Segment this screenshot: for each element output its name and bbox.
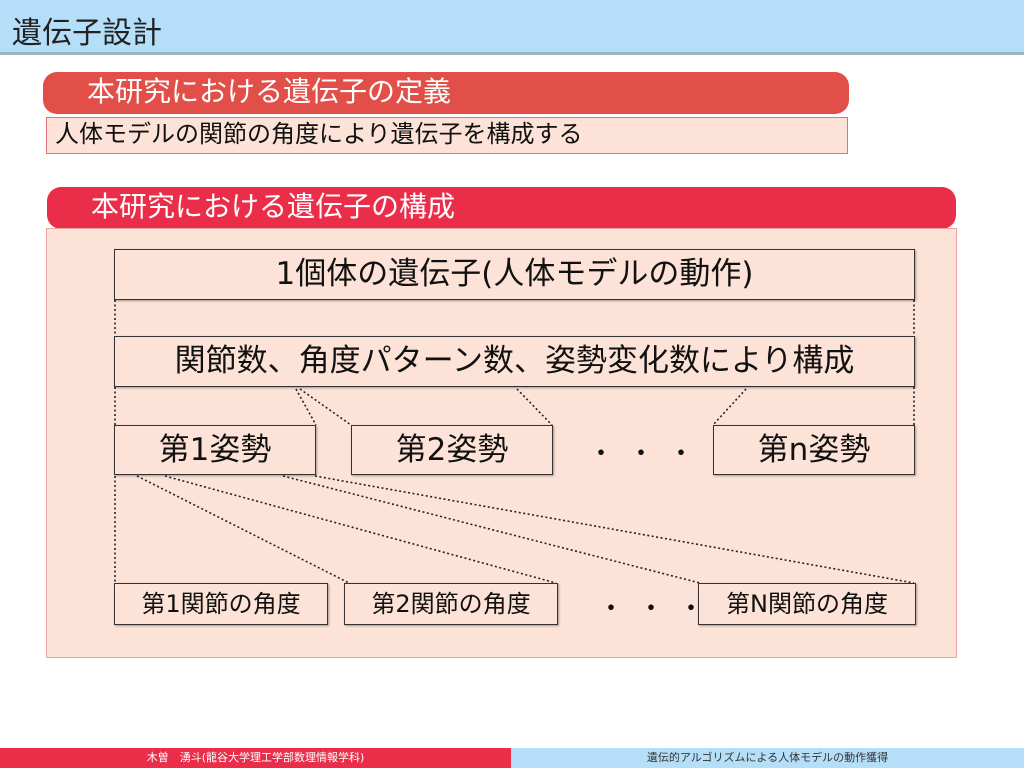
footer-presentation-title: 遺伝的アルゴリズムによる人体モデルの動作獲得 bbox=[511, 748, 1024, 768]
definition-text: 人体モデルの関節の角度により遺伝子を構成する bbox=[46, 117, 848, 154]
footer-author: 木曽 湧斗(龍谷大学理工学部数理情報学科) bbox=[0, 748, 511, 768]
joint-angle-box-2: 第2関節の角度 bbox=[344, 583, 558, 625]
pose-ellipsis: ・・・ bbox=[588, 439, 709, 469]
pose-box-n: 第n姿勢 bbox=[713, 425, 915, 475]
joint-angle-box-n: 第N関節の角度 bbox=[698, 583, 916, 625]
pose-box-1: 第1姿勢 bbox=[114, 425, 316, 475]
slide-title: 遺伝子設計 bbox=[12, 16, 162, 51]
components-box: 関節数、角度パターン数、姿勢変化数により構成 bbox=[114, 336, 915, 387]
definition-heading: 本研究における遺伝子の定義 bbox=[43, 72, 849, 114]
joint-angle-box-1: 第1関節の角度 bbox=[114, 583, 328, 625]
pose-box-2: 第2姿勢 bbox=[351, 425, 553, 475]
title-bar: 遺伝子設計 bbox=[0, 0, 1024, 55]
individual-gene-box: 1個体の遺伝子(人体モデルの動作) bbox=[114, 249, 915, 300]
composition-heading: 本研究における遺伝子の構成 bbox=[47, 187, 956, 229]
